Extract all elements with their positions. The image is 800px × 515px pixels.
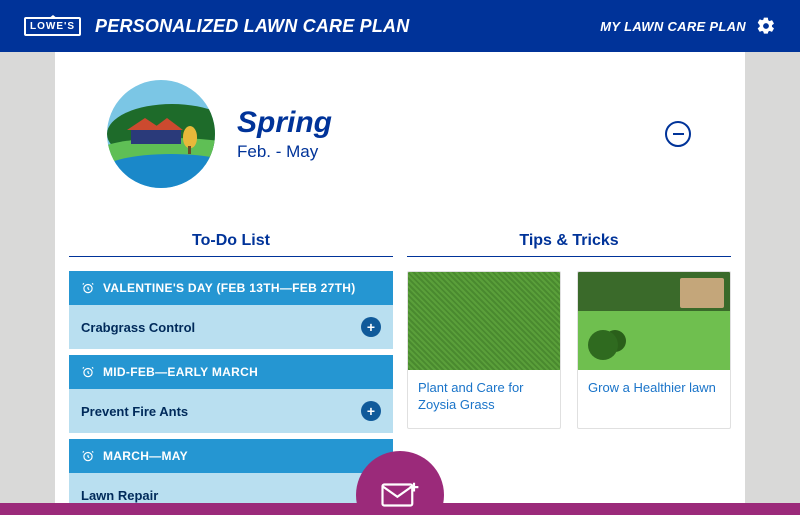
season-subtitle: Feb. - May [237, 142, 332, 162]
todo-group-label: MID-FEB—EARLY MARCH [103, 365, 258, 379]
todo-group-header[interactable]: MID-FEB—EARLY MARCH [69, 355, 393, 389]
season-card: Spring Feb. - May To-Do List VALENTINE'S… [55, 52, 745, 515]
todo-group: VALENTINE'S DAY (FEB 13TH—FEB 27TH) Crab… [69, 271, 393, 349]
alarm-clock-icon [81, 449, 95, 463]
header-right: MY LAWN CARE PLAN [600, 16, 776, 36]
logo-text: LOWE'S [30, 21, 75, 32]
tip-card[interactable]: Plant and Care for Zoysia Grass [407, 271, 561, 429]
task-label: Lawn Repair [81, 488, 158, 503]
gear-icon[interactable] [756, 16, 776, 36]
tip-thumbnail [408, 272, 560, 370]
tips-column: Tips & Tricks Plant and Care for Zoysia … [407, 232, 731, 515]
todo-task-row[interactable]: Prevent Fire Ants + [69, 389, 393, 433]
expand-task-button[interactable]: + [361, 401, 381, 421]
tip-thumbnail [578, 272, 730, 370]
season-header-row: Spring Feb. - May [55, 80, 745, 188]
header-left: LOWE'S PERSONALIZED LAWN CARE PLAN [24, 16, 409, 37]
minus-icon [673, 133, 684, 136]
lowes-logo[interactable]: LOWE'S [24, 17, 81, 36]
todo-column: To-Do List VALENTINE'S DAY (FEB 13TH—FEB… [69, 232, 393, 515]
alarm-clock-icon [81, 365, 95, 379]
my-plan-link[interactable]: MY LAWN CARE PLAN [600, 19, 746, 34]
task-label: Prevent Fire Ants [81, 404, 188, 419]
tip-label: Plant and Care for Zoysia Grass [408, 370, 560, 428]
todo-group: MID-FEB—EARLY MARCH Prevent Fire Ants + [69, 355, 393, 433]
season-illustration [107, 80, 215, 188]
todo-groups: VALENTINE'S DAY (FEB 13TH—FEB 27TH) Crab… [69, 271, 393, 515]
page-body: Spring Feb. - May To-Do List VALENTINE'S… [0, 52, 800, 515]
expand-task-button[interactable]: + [361, 317, 381, 337]
todo-task-row[interactable]: Crabgrass Control + [69, 305, 393, 349]
envelope-plus-icon [379, 479, 421, 511]
app-header: LOWE'S PERSONALIZED LAWN CARE PLAN MY LA… [0, 0, 800, 52]
page-title: PERSONALIZED LAWN CARE PLAN [95, 16, 409, 37]
todo-group-header[interactable]: MARCH—MAY [69, 439, 393, 473]
tips-grid: Plant and Care for Zoysia Grass Grow a H… [407, 271, 731, 429]
season-title: Spring [237, 106, 332, 140]
task-label: Crabgrass Control [81, 320, 195, 335]
todo-heading: To-Do List [69, 232, 393, 257]
todo-group-label: VALENTINE'S DAY (FEB 13TH—FEB 27TH) [103, 281, 356, 295]
alarm-clock-icon [81, 281, 95, 295]
tips-heading: Tips & Tricks [407, 232, 731, 257]
season-text: Spring Feb. - May [237, 106, 332, 162]
collapse-button[interactable] [665, 121, 691, 147]
todo-group-label: MARCH—MAY [103, 449, 188, 463]
tip-card[interactable]: Grow a Healthier lawn [577, 271, 731, 429]
tip-label: Grow a Healthier lawn [578, 370, 730, 416]
todo-group-header[interactable]: VALENTINE'S DAY (FEB 13TH—FEB 27TH) [69, 271, 393, 305]
